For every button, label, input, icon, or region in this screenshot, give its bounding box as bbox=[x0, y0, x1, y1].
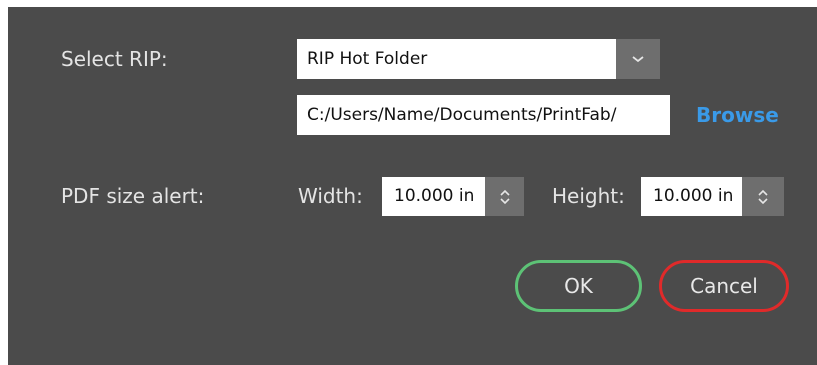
rip-select-dropdown-button[interactable] bbox=[616, 39, 660, 79]
select-rip-label: Select RIP: bbox=[61, 47, 168, 71]
width-value[interactable]: 10.000 in bbox=[382, 177, 485, 216]
height-label: Height: bbox=[552, 184, 625, 208]
ok-button[interactable]: OK bbox=[515, 260, 642, 312]
width-spinner-button[interactable] bbox=[485, 177, 524, 216]
rip-select[interactable]: RIP Hot Folder bbox=[297, 39, 660, 79]
width-spinbox[interactable]: 10.000 in bbox=[382, 177, 524, 216]
width-label: Width: bbox=[298, 184, 363, 208]
height-value[interactable]: 10.000 in bbox=[641, 177, 742, 216]
cancel-button-label: Cancel bbox=[690, 274, 758, 298]
cancel-button[interactable]: Cancel bbox=[659, 260, 789, 312]
browse-button[interactable]: Browse bbox=[696, 103, 779, 127]
height-spinner-button[interactable] bbox=[742, 177, 784, 216]
rip-settings-dialog: Select RIP: RIP Hot Folder C:/Users/Name… bbox=[8, 7, 817, 365]
spinner-up-down-icon bbox=[758, 189, 768, 204]
pdf-size-alert-label: PDF size alert: bbox=[61, 184, 205, 208]
rip-path-input[interactable]: C:/Users/Name/Documents/PrintFab/ bbox=[297, 95, 670, 135]
ok-button-label: OK bbox=[564, 274, 593, 298]
spinner-up-down-icon bbox=[499, 189, 510, 204]
rip-select-value[interactable]: RIP Hot Folder bbox=[297, 39, 616, 79]
chevron-down-icon bbox=[632, 56, 644, 63]
height-spinbox[interactable]: 10.000 in bbox=[641, 177, 784, 216]
